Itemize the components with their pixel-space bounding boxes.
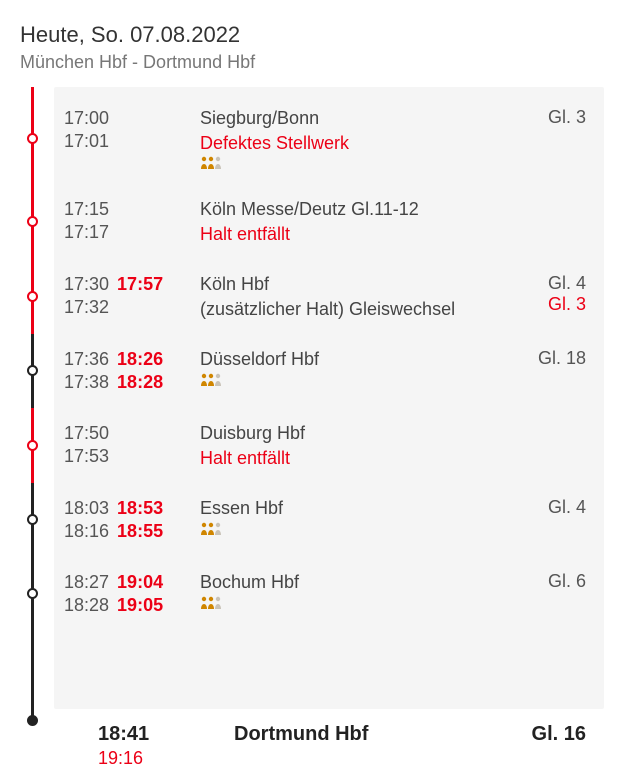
scheduled-departure: 17:32: [64, 296, 109, 319]
station-name: Siegburg/Bonn: [200, 107, 518, 130]
final-platform: Gl. 16: [526, 723, 586, 746]
scheduled-arrival: 17:30: [64, 273, 109, 296]
stop-row[interactable]: 17:3617:38 18:2618:28 Düsseldorf Hbf Gl. 18: [54, 334, 604, 408]
final-stop-row: 18:41 19:16 Dortmund Hbf Gl. 16: [54, 709, 604, 769]
station-warning: Defektes Stellwerk: [200, 132, 518, 155]
station-name: Duisburg Hbf: [200, 422, 518, 445]
timeline: [20, 87, 54, 769]
station-warning: Halt entfällt: [200, 223, 518, 246]
stop-row[interactable]: 18:2718:28 19:0419:05 Bochum Hbf Gl. 6: [54, 557, 604, 631]
platform: Gl. 3: [548, 107, 586, 128]
timeline-dot: [27, 514, 38, 525]
platform: Gl. 6: [548, 571, 586, 592]
scheduled-departure: 17:17: [64, 221, 109, 244]
platform: Gl. 18: [538, 348, 586, 369]
scheduled-arrival: 17:50: [64, 422, 109, 445]
occupancy-icon: [200, 156, 518, 170]
scheduled-arrival: 17:15: [64, 198, 109, 221]
station-name: Köln Hbf: [200, 273, 518, 296]
occupancy-icon: [200, 522, 518, 536]
actual-arrival: 19:04: [117, 571, 163, 594]
stops-list: 17:0017:01 Siegburg/BonnDefektes Stellwer…: [54, 87, 604, 709]
route-heading: München Hbf - Dortmund Hbf: [20, 52, 604, 73]
station-note: (zusätzlicher Halt) Gleiswechsel: [200, 298, 518, 321]
actual-departure: 17:57: [117, 273, 163, 296]
scheduled-arrival: 18:27: [64, 571, 109, 594]
platform: Gl. 4: [548, 497, 586, 518]
scheduled-arrival: 17:36: [64, 348, 109, 371]
final-station-name: Dortmund Hbf: [234, 723, 526, 746]
station-warning: Halt entfällt: [200, 447, 518, 470]
timeline-dot: [27, 365, 38, 376]
stop-row[interactable]: 18:0318:16 18:5318:55 Essen Hbf Gl. 4: [54, 483, 604, 557]
scheduled-departure: 17:53: [64, 445, 109, 468]
station-name: Düsseldorf Hbf: [200, 348, 518, 371]
station-name: Bochum Hbf: [200, 571, 518, 594]
date-heading: Heute, So. 07.08.2022: [20, 22, 604, 48]
journey-body: 17:0017:01 Siegburg/BonnDefektes Stellwer…: [20, 87, 604, 769]
timeline-dot-final: [27, 715, 38, 726]
station-name: Essen Hbf: [200, 497, 518, 520]
scheduled-departure: 17:38: [64, 371, 109, 394]
platform: Gl. 4: [548, 273, 586, 294]
final-scheduled-time: 18:41: [98, 723, 234, 746]
actual-departure: 18:55: [117, 520, 163, 543]
occupancy-icon: [200, 373, 518, 387]
scheduled-arrival: 18:03: [64, 497, 109, 520]
journey-details: Heute, So. 07.08.2022 München Hbf - Dort…: [0, 0, 620, 781]
scheduled-arrival: 17:00: [64, 107, 109, 130]
scheduled-departure: 18:28: [64, 594, 109, 617]
actual-departure: 18:28: [117, 371, 163, 394]
timeline-dot: [27, 440, 38, 451]
stop-row[interactable]: 17:5017:53 Duisburg HbfHalt entfällt: [54, 408, 604, 483]
station-name: Köln Messe/Deutz Gl.11-12: [200, 198, 518, 221]
actual-arrival: 18:53: [117, 497, 163, 520]
actual-arrival: 18:26: [117, 348, 163, 371]
timeline-dot: [27, 133, 38, 144]
scheduled-departure: 17:01: [64, 130, 109, 153]
occupancy-icon: [200, 596, 518, 610]
stop-row[interactable]: 17:0017:01 Siegburg/BonnDefektes Stellwer…: [54, 93, 604, 184]
platform-changed: Gl. 3: [548, 294, 586, 315]
stop-row[interactable]: 17:1517:17 Köln Messe/Deutz Gl.11-12Halt …: [54, 184, 604, 259]
timeline-dot: [27, 588, 38, 599]
stop-row[interactable]: 17:3017:32 17:57 Köln Hbf(zusätzlicher Hal…: [54, 259, 604, 334]
final-actual-time: 19:16: [98, 748, 234, 769]
scheduled-departure: 18:16: [64, 520, 109, 543]
actual-departure: 19:05: [117, 594, 163, 617]
timeline-dot: [27, 216, 38, 227]
timeline-dot: [27, 291, 38, 302]
